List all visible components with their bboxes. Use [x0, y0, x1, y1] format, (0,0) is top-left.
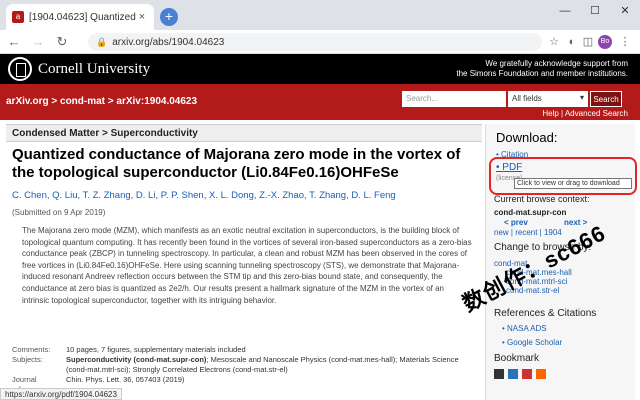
search-input[interactable]: Search...: [402, 91, 506, 107]
cornell-seal-icon[interactable]: [8, 57, 32, 81]
comments-label: Comments:: [12, 345, 51, 354]
references-heading: References & Citations: [494, 308, 597, 319]
subjects-value: Superconductivity (cond-mat.supr-con); M…: [66, 355, 474, 375]
bookmark-icons: [494, 369, 546, 379]
reddit-icon[interactable]: [522, 369, 532, 379]
page-title: Quantized conductance of Majorana zero m…: [12, 146, 461, 181]
field-select[interactable]: All fields ▾: [508, 91, 588, 107]
mendeley-icon[interactable]: [508, 369, 518, 379]
back-icon[interactable]: ←: [4, 34, 24, 49]
journal-value: Chin. Phys. Lett. 36, 057403 (2019): [66, 375, 185, 384]
tooltip: Click to view or drag to download: [514, 178, 632, 189]
new-tab-button[interactable]: +: [160, 8, 178, 26]
subjects-label: Subjects:: [12, 355, 43, 364]
subject-header: Condensed Matter > Superconductivity: [6, 124, 482, 142]
search-button[interactable]: Search: [590, 91, 622, 107]
comments-value: 10 pages, 7 figures, supplementary mater…: [66, 345, 246, 354]
pdf-highlight-annotation: [489, 157, 637, 195]
field-select-value: All fields: [512, 94, 542, 103]
nasa-ads-link[interactable]: • NASA ADS: [502, 324, 547, 333]
cornell-name[interactable]: Cornell University: [38, 61, 150, 78]
forward-icon[interactable]: →: [28, 34, 48, 49]
ack-line-2: the Simons Foundation and member institu…: [456, 69, 628, 78]
tab-title: [1904.04623] Quantized conductance: [29, 11, 136, 23]
comments-row: Comments: 10 pages, 7 figures, supplemen…: [12, 345, 474, 355]
extension-icon[interactable]: ◫: [580, 33, 596, 51]
browser-toolbar: ← → ↻ 🔒 arxiv.org/abs/1904.04623 ☆ ◐ ◫ B…: [0, 30, 640, 54]
nasa-ads-label: NASA ADS: [507, 324, 547, 333]
download-heading: Download:: [496, 130, 558, 145]
url-text: arxiv.org/abs/1904.04623: [112, 36, 225, 48]
prev-link[interactable]: < prev: [504, 218, 528, 227]
help-links[interactable]: Help | Advanced Search: [542, 109, 628, 118]
bookmark-heading: Bookmark: [494, 353, 540, 364]
address-bar[interactable]: 🔒 arxiv.org/abs/1904.04623: [88, 33, 542, 51]
primary-subject: Superconductivity (cond-mat.supr-con): [66, 355, 207, 364]
browse-context-value: cond-mat.supr-con: [494, 208, 567, 217]
close-window-icon[interactable]: ✕: [610, 0, 640, 22]
google-scholar-link[interactable]: • Google Scholar: [502, 338, 562, 347]
bookmark-star-icon[interactable]: ☆: [546, 33, 562, 51]
cornell-header: Cornell University We gratefully acknowl…: [0, 54, 640, 84]
lock-icon: 🔒: [96, 36, 108, 47]
browser-tab[interactable]: a [1904.04623] Quantized conductance ×: [6, 4, 154, 30]
browse-context-heading: Current browse context:: [494, 194, 590, 204]
google-scholar-label: Google Scholar: [507, 338, 563, 347]
submission-date: (Submitted on 9 Apr 2019): [12, 208, 106, 217]
maximize-icon[interactable]: ☐: [580, 0, 610, 22]
status-bar-url: https://arxiv.org/pdf/1904.04623: [0, 388, 122, 400]
avatar[interactable]: Bo: [598, 35, 612, 49]
sciencewise-icon[interactable]: [536, 369, 546, 379]
minimize-icon[interactable]: —: [550, 0, 580, 22]
tab-strip: a [1904.04623] Quantized conductance × +…: [0, 0, 640, 30]
acknowledgement: We gratefully acknowledge support from t…: [408, 59, 628, 79]
abstract: The Majorana zero mode (MZM), which mani…: [22, 226, 472, 305]
subjects-row: Subjects: Superconductivity (cond-mat.su…: [12, 355, 474, 375]
menu-icon[interactable]: ⋮: [618, 33, 632, 51]
breadcrumb[interactable]: arXiv.org > cond-mat > arXiv:1904.04623: [6, 96, 197, 107]
ack-line-1: We gratefully acknowledge support from: [485, 59, 628, 68]
bibsonomy-icon[interactable]: [494, 369, 504, 379]
authors-list[interactable]: C. Chen, Q. Liu, T. Z. Zhang, D. Li, P. …: [12, 190, 474, 201]
new-recent-links[interactable]: new | recent | 1904: [494, 228, 562, 237]
arxiv-favicon-icon: a: [12, 11, 24, 23]
translate-icon[interactable]: ◐: [564, 33, 580, 51]
arxiv-nav-bar: arXiv.org > cond-mat > arXiv:1904.04623 …: [0, 84, 640, 120]
reload-icon[interactable]: ↻: [52, 34, 72, 50]
close-tab-icon[interactable]: ×: [136, 11, 148, 23]
chevron-down-icon: ▾: [579, 93, 584, 102]
